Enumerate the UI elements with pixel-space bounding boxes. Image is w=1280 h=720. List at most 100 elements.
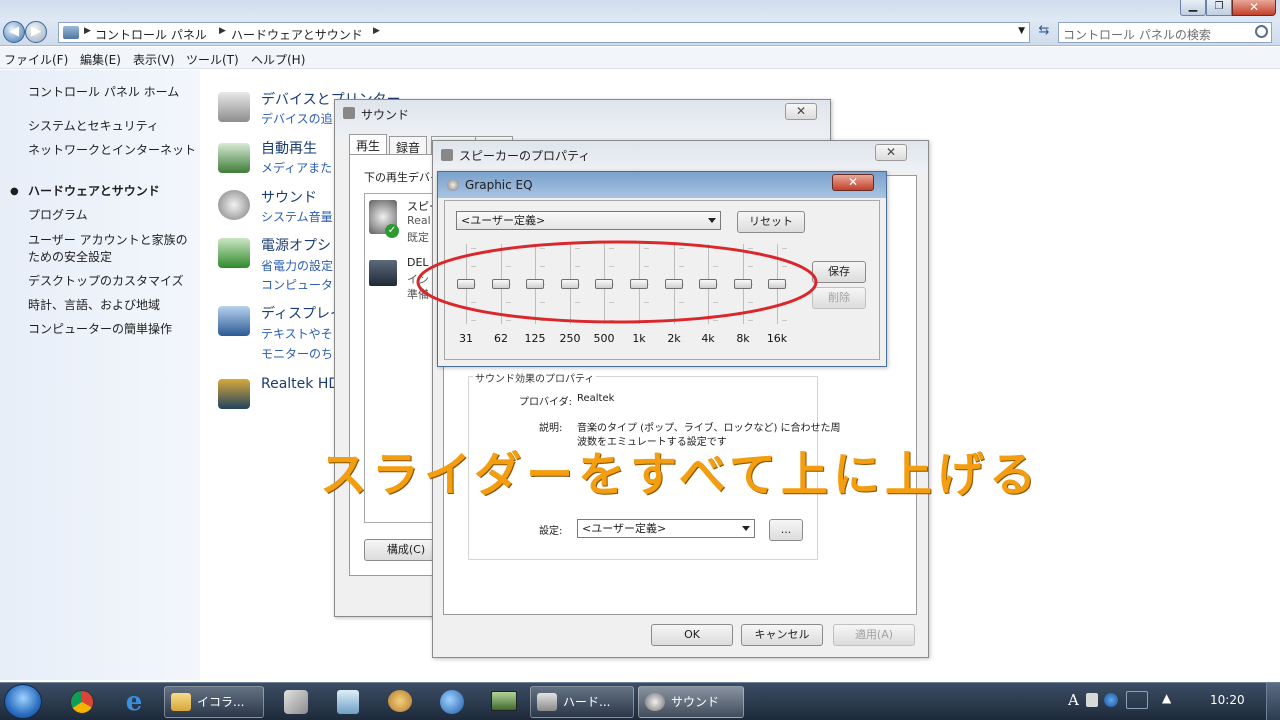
window-close-button[interactable]: ✕ — [1232, 0, 1276, 16]
chrome-icon[interactable] — [62, 687, 102, 717]
menu-bar: ファイル(F) 編集(E) 表示(V) ツール(T) ヘルプ(H) — [0, 47, 1280, 69]
eq-delete-button[interactable]: 削除 — [812, 287, 866, 309]
taskbar-folder-button[interactable]: イコラ... — [164, 686, 264, 718]
eq-slider-tick — [506, 248, 511, 249]
paint-tools-icon[interactable] — [276, 687, 316, 717]
category-sound-sub[interactable]: システム音量 — [261, 208, 333, 225]
monitor-app-icon[interactable] — [484, 687, 524, 717]
network-tray-icon[interactable] — [1104, 693, 1118, 707]
category-realtek-title[interactable]: Realtek HD — [261, 376, 339, 392]
category-devices-sub[interactable]: デバイスの追 — [261, 110, 333, 127]
sidebar-item-system-security[interactable]: システムとセキュリティ — [28, 118, 159, 135]
menu-tools[interactable]: ツール(T) — [186, 51, 239, 68]
sound-dialog-close-button[interactable]: ✕ — [785, 103, 817, 120]
category-display-sub[interactable]: テキストやそ — [261, 325, 333, 342]
breadcrumb-hardware-sound[interactable]: ハードウェアとサウンド — [231, 26, 363, 43]
power-icon — [218, 238, 250, 268]
show-desktop-button[interactable] — [1266, 683, 1280, 720]
maximize-button[interactable]: ❐ — [1206, 0, 1232, 16]
refresh-button[interactable]: ⇆ — [1034, 23, 1054, 42]
menu-file[interactable]: ファイル(F) — [4, 51, 68, 68]
settings-select[interactable]: <ユーザー定義> — [577, 519, 755, 538]
tab-recording[interactable]: 録音 — [389, 136, 428, 156]
sidebar-item-desktop[interactable]: デスクトップのカスタマイズ — [28, 273, 184, 290]
control-panel-icon — [63, 26, 79, 39]
tools-tray-icon[interactable] — [1086, 693, 1098, 707]
display-icon — [218, 306, 250, 336]
sidebar-item-ease-of-access[interactable]: コンピューターの簡単操作 — [28, 321, 172, 338]
eq-slider-tick — [782, 266, 787, 267]
settings-more-button[interactable]: ... — [769, 519, 803, 541]
eq-slider-thumb[interactable] — [492, 279, 510, 289]
default-check-icon: ✓ — [385, 224, 399, 238]
back-button[interactable]: ◀ — [3, 21, 25, 43]
paint-palette-icon[interactable] — [380, 687, 420, 717]
eq-reset-button[interactable]: リセット — [737, 211, 805, 233]
breadcrumb-separator-icon: ▶ — [84, 26, 91, 36]
category-sound-title[interactable]: サウンド — [261, 187, 317, 207]
sidebar-item-home[interactable]: コントロール パネル ホーム — [28, 84, 179, 101]
sidebar-item-hardware-sound[interactable]: ハードウェアとサウンド — [28, 183, 160, 200]
sidebar-item-programs[interactable]: プログラム — [28, 207, 88, 224]
category-display-sub2[interactable]: モニターのち — [261, 345, 333, 362]
internet-explorer-icon[interactable]: e — [114, 687, 154, 717]
eq-slider-tick — [679, 320, 684, 321]
eq-slider-thumb[interactable] — [561, 279, 579, 289]
cancel-button[interactable]: キャンセル — [741, 624, 823, 646]
breadcrumb-control-panel[interactable]: コントロール パネル — [95, 26, 207, 43]
speaker-dialog-icon — [441, 149, 453, 161]
taskbar-hardware-button[interactable]: ハード... — [530, 686, 634, 718]
show-hidden-icons[interactable]: ▲ — [1162, 691, 1171, 705]
menu-edit[interactable]: 編集(E) — [80, 51, 121, 68]
google-earth-icon[interactable] — [432, 687, 472, 717]
minimize-button[interactable]: ▁ — [1180, 0, 1206, 16]
eq-save-button[interactable]: 保存 — [812, 261, 866, 283]
forward-button[interactable]: ▶ — [25, 21, 47, 43]
category-autoplay-title[interactable]: 自動再生 — [261, 138, 317, 158]
category-autoplay-sub[interactable]: メディアまた — [261, 159, 332, 176]
search-input[interactable]: コントロール パネルの検索 — [1058, 22, 1272, 43]
eq-slider-tick — [609, 266, 614, 267]
eq-slider-thumb[interactable] — [734, 279, 752, 289]
eq-slider-thumb[interactable] — [526, 279, 544, 289]
eq-slider-tick — [609, 302, 614, 303]
eq-slider-thumb[interactable] — [630, 279, 648, 289]
sidebar-item-user-accounts[interactable]: ユーザー アカウントと家族のための安全設定 — [28, 232, 193, 266]
address-box[interactable]: ▶ コントロール パネル ▶ ハードウェアとサウンド ▶ ▼ — [58, 22, 1030, 43]
eq-slider-thumb[interactable] — [595, 279, 613, 289]
eq-slider-tick — [471, 266, 476, 267]
category-display-title[interactable]: ディスプレイ — [261, 303, 344, 323]
tray-dots-icon[interactable] — [1126, 691, 1148, 709]
eq-slider-tick — [679, 302, 684, 303]
ime-indicator[interactable]: A — [1068, 691, 1079, 709]
category-power-sub[interactable]: 省電力の設定 — [261, 257, 333, 274]
eq-slider-tick — [609, 248, 614, 249]
speaker-dialog-close-button[interactable]: ✕ — [875, 144, 907, 161]
eq-slider-thumb[interactable] — [699, 279, 717, 289]
device2-name[interactable]: DEL — [407, 256, 429, 269]
eq-slider-tick — [540, 320, 545, 321]
address-dropdown-icon[interactable]: ▼ — [1018, 26, 1025, 36]
eq-slider-thumb[interactable] — [665, 279, 683, 289]
ok-button[interactable]: OK — [651, 624, 733, 646]
effect-section-label: サウンド効果のプロパティ — [473, 370, 597, 385]
search-icon — [1255, 25, 1268, 38]
taskbar-sound-button[interactable]: サウンド — [638, 686, 744, 718]
category-power-title[interactable]: 電源オプショ — [261, 235, 345, 255]
category-power-sub2[interactable]: コンピュータ — [261, 276, 333, 293]
tab-playback[interactable]: 再生 — [349, 134, 388, 154]
sidebar-item-network[interactable]: ネットワークとインターネット — [28, 142, 196, 159]
eq-dialog-close-button[interactable]: ✕ — [832, 174, 874, 191]
menu-view[interactable]: 表示(V) — [133, 51, 175, 68]
start-button[interactable] — [4, 684, 42, 719]
eq-slider-thumb[interactable] — [768, 279, 786, 289]
eq-slider-thumb[interactable] — [457, 279, 475, 289]
menu-help[interactable]: ヘルプ(H) — [251, 51, 305, 68]
clock[interactable]: 10:20 — [1210, 693, 1245, 707]
sidebar-item-clock-region[interactable]: 時計、言語、および地域 — [28, 297, 160, 314]
eq-slider-tick — [713, 266, 718, 267]
editor-icon[interactable] — [328, 687, 368, 717]
folder-icon — [171, 693, 191, 711]
apply-button[interactable]: 適用(A) — [833, 624, 915, 646]
eq-preset-select[interactable]: <ユーザー定義> — [456, 211, 721, 230]
